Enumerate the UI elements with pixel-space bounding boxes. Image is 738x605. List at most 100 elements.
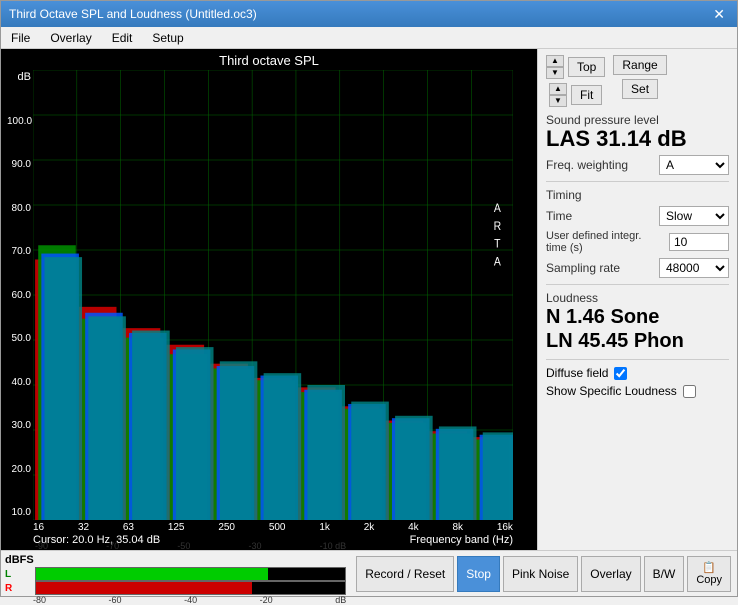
y-label-30: 30.0	[7, 421, 31, 431]
record-reset-button[interactable]: Record / Reset	[356, 556, 454, 592]
level-row-labels: dBFS -90 -70 -50 -30 -10 dB	[5, 553, 346, 567]
show-specific-row: Show Specific Loudness	[546, 384, 729, 398]
x-label-4k: 4k	[408, 522, 419, 533]
tick-m30: -30	[248, 541, 261, 551]
y-label-90: 90.0	[7, 160, 31, 170]
x-label-2k: 2k	[364, 522, 375, 533]
freq-weighting-select[interactable]: A B C Z	[659, 155, 729, 175]
chart-area: Third octave SPL dB 100.0 90.0 80.0 70.0…	[1, 49, 537, 550]
diffuse-field-label: Diffuse field	[546, 366, 608, 380]
fit-spin: ▲ ▼	[549, 83, 567, 107]
action-buttons: Record / Reset Stop Pink Noise Overlay B…	[350, 551, 737, 596]
overlay-button[interactable]: Overlay	[581, 556, 640, 592]
freq-weighting-row: Freq. weighting A B C Z	[546, 155, 729, 175]
ln-value: LN 45.45 Phon	[546, 329, 729, 353]
chart-container: dB 100.0 90.0 80.0 70.0 60.0 50.0 40.0 3…	[5, 70, 533, 520]
R-bar	[36, 582, 252, 594]
svg-text:A: A	[494, 256, 501, 269]
pink-noise-button[interactable]: Pink Noise	[503, 556, 578, 592]
menu-setup[interactable]: Setup	[146, 29, 189, 47]
range-set-group: Range Set	[613, 55, 666, 99]
diffuse-field-row: Diffuse field	[546, 366, 729, 380]
menu-overlay[interactable]: Overlay	[44, 29, 97, 47]
spl-section: Sound pressure level LAS 31.14 dB Freq. …	[546, 113, 729, 182]
L-meter	[35, 567, 346, 581]
svg-text:T: T	[494, 238, 501, 251]
show-specific-checkbox[interactable]	[683, 385, 696, 398]
user-defined-input[interactable]	[669, 233, 729, 251]
x-labels: 16 32 63 125 250 500 1k 2k 4k 8k 16k	[33, 522, 513, 533]
content-area: Third octave SPL dB 100.0 90.0 80.0 70.0…	[1, 49, 737, 550]
top-button[interactable]: Top	[568, 57, 605, 77]
x-axis-title: Frequency band (Hz)	[410, 534, 513, 546]
timing-label: Timing	[546, 188, 729, 202]
sampling-rate-select[interactable]: 44100 48000 96000	[659, 258, 729, 278]
fit-row: ▲ ▼ Fit	[549, 83, 602, 107]
loudness-values: N 1.46 Sone LN 45.45 Phon	[546, 305, 729, 353]
y-label-10: 10.0	[7, 508, 31, 518]
chart-title: Third octave SPL	[5, 53, 533, 68]
spl-section-label: Sound pressure level	[546, 113, 729, 127]
fit-up-btn[interactable]: ▲	[549, 83, 567, 95]
x-label-1k: 1k	[319, 522, 330, 533]
user-defined-row: User defined integr. time (s)	[546, 230, 729, 254]
bottom-bar: dBFS -90 -70 -50 -30 -10 dB L	[1, 550, 737, 596]
close-button[interactable]: ✕	[709, 6, 729, 23]
tick-m10: -10 dB	[320, 541, 347, 551]
svg-text:R: R	[494, 220, 502, 233]
time-select[interactable]: Fast Slow Impulse	[659, 206, 729, 226]
level-L-row: L	[5, 567, 346, 581]
R-meter	[35, 581, 346, 595]
top-fit-row: ▲ ▼ Top	[546, 55, 605, 79]
y-unit: dB	[7, 72, 31, 83]
fit-down-btn[interactable]: ▼	[549, 95, 567, 107]
menu-edit[interactable]: Edit	[106, 29, 139, 47]
sampling-rate-row: Sampling rate 44100 48000 96000	[546, 258, 729, 278]
y-label-80: 80.0	[7, 204, 31, 214]
window-title: Third Octave SPL and Loudness (Untitled.…	[9, 7, 257, 21]
user-defined-label: User defined integr. time (s)	[546, 230, 665, 254]
range-button[interactable]: Range	[613, 55, 666, 75]
timing-section: Timing Time Fast Slow Impulse User defin…	[546, 188, 729, 285]
chart-svg: A R T A	[33, 70, 513, 520]
title-bar: Third Octave SPL and Loudness (Untitled.…	[1, 1, 737, 27]
menu-file[interactable]: File	[5, 29, 36, 47]
tick-m90: -90	[35, 541, 48, 551]
x-label-500: 500	[269, 522, 286, 533]
y-label-100: 100.0	[7, 117, 31, 127]
set-button[interactable]: Set	[622, 79, 658, 99]
x-label-8k: 8k	[452, 522, 463, 533]
main-window: Third Octave SPL and Loudness (Untitled.…	[0, 0, 738, 597]
L-bar	[36, 568, 268, 580]
tick-m50: -50	[177, 541, 190, 551]
set-row: Set	[622, 79, 658, 99]
top-fit-group: ▲ ▼ Top ▲ ▼ Fit	[546, 55, 605, 107]
dbfs-section: dBFS -90 -70 -50 -30 -10 dB L	[1, 551, 350, 596]
top-down-btn[interactable]: ▼	[546, 67, 564, 79]
freq-weighting-label: Freq. weighting	[546, 158, 655, 172]
sidebar: ▲ ▼ Top ▲ ▼ Fit Range	[537, 49, 737, 550]
x-label-125: 125	[168, 522, 185, 533]
y-label-70: 70.0	[7, 247, 31, 257]
copy-button[interactable]: 📋 Copy	[687, 556, 731, 592]
stop-button[interactable]: Stop	[457, 556, 500, 592]
loudness-section: Loudness N 1.46 Sone LN 45.45 Phon	[546, 291, 729, 360]
time-row: Time Fast Slow Impulse	[546, 206, 729, 226]
y-axis: dB 100.0 90.0 80.0 70.0 60.0 50.0 40.0 3…	[5, 70, 33, 520]
x-label-250: 250	[218, 522, 235, 533]
y-label-60: 60.0	[7, 291, 31, 301]
top-range-area: ▲ ▼ Top ▲ ▼ Fit Range	[546, 55, 729, 107]
x-label-16: 16	[33, 522, 44, 533]
R-label: R	[5, 583, 33, 594]
chart-svg-wrapper: A R T A	[33, 70, 513, 520]
loudness-label: Loudness	[546, 291, 729, 305]
x-label-32: 32	[78, 522, 89, 533]
fit-button[interactable]: Fit	[571, 85, 602, 105]
L-label: L	[5, 569, 33, 580]
n-value: N 1.46 Sone	[546, 305, 729, 329]
bw-button[interactable]: B/W	[644, 556, 685, 592]
x-label-63: 63	[123, 522, 134, 533]
copy-icon: 📋	[702, 561, 716, 574]
top-up-btn[interactable]: ▲	[546, 55, 564, 67]
diffuse-field-checkbox[interactable]	[614, 367, 627, 380]
